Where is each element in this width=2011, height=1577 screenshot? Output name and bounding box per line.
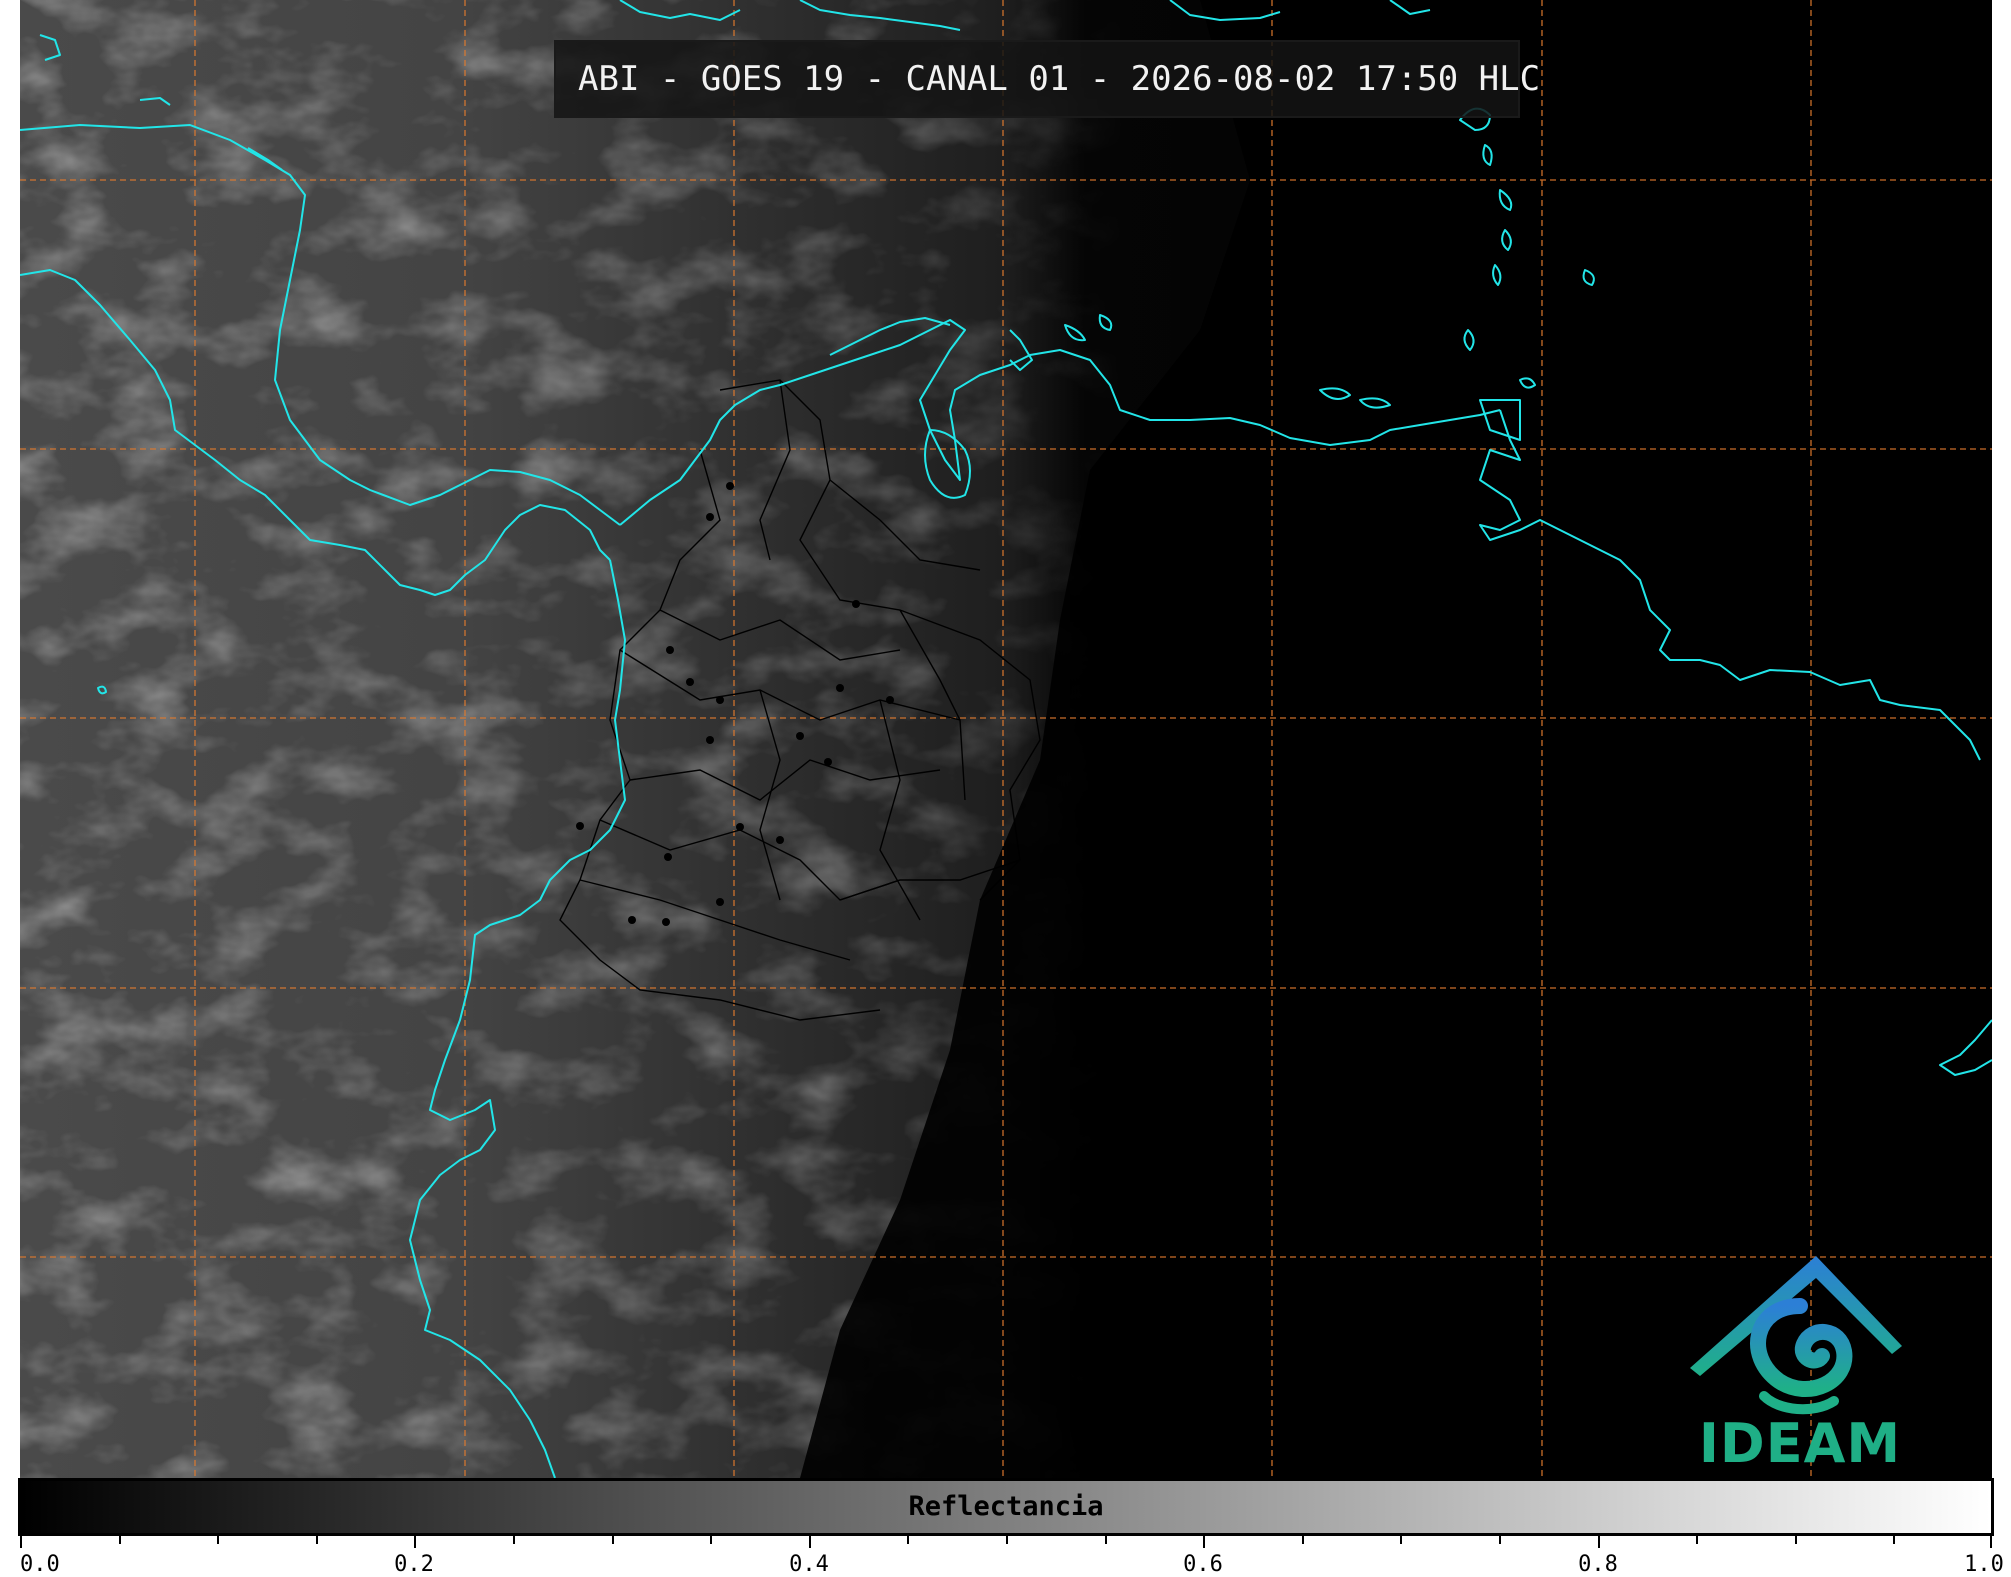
colorbar-minor-tick: [612, 1536, 614, 1544]
colorbar-minor-tick: [316, 1536, 318, 1544]
ideam-logo: IDEAM: [1684, 1256, 1916, 1474]
colorbar-tick-label: 0.4: [789, 1552, 829, 1577]
colorbar-minor-tick: [907, 1536, 909, 1544]
colorbar-major-tick: [809, 1536, 811, 1548]
colorbar-minor-tick: [119, 1536, 121, 1544]
colorbar-major-tick: [20, 1536, 22, 1548]
colorbar-minor-tick: [1893, 1536, 1895, 1544]
colorbar-minor-tick: [513, 1536, 515, 1544]
colorbar-minor-tick: [1006, 1536, 1008, 1544]
map-title: ABI - GOES 19 - CANAL 01 - 2026-08-02 17…: [554, 40, 1540, 118]
colorbar-minor-tick: [1302, 1536, 1304, 1544]
colorbar-minor-tick: [1105, 1536, 1107, 1544]
colorbar-tick-label: 0.0: [20, 1552, 60, 1577]
colorbar-label: Reflectancia: [908, 1491, 1104, 1522]
colorbar-minor-tick: [710, 1536, 712, 1544]
colorbar-major-tick: [1990, 1536, 1992, 1548]
colorbar-minor-tick: [1499, 1536, 1501, 1544]
colorbar-tick-label: 0.6: [1183, 1552, 1223, 1577]
colorbar-minor-tick: [217, 1536, 219, 1544]
colorbar-major-tick: [1598, 1536, 1600, 1548]
colorbar-tick-label: 0.2: [394, 1552, 434, 1577]
colorbar-minor-tick: [1795, 1536, 1797, 1544]
colorbar-minor-tick: [1400, 1536, 1402, 1544]
satellite-map: ABI - GOES 19 - CANAL 01 - 2026-08-02 17…: [20, 0, 1992, 1478]
colorbar-major-tick: [414, 1536, 416, 1548]
ideam-mountain-swirl-logo: [1690, 1256, 1902, 1415]
ideam-logo-text: IDEAM: [1698, 1412, 1902, 1475]
colorbar-major-tick: [1203, 1536, 1205, 1548]
colorbar-ticks: 0.0 0.2 0.4 0.6 0.8 1.0: [20, 1536, 2004, 1577]
colorbar: Reflectancia: [18, 1478, 1994, 1536]
colorbar-minor-tick: [1696, 1536, 1698, 1544]
colorbar-tick-label: 0.8: [1578, 1552, 1618, 1577]
colorbar-tick-label: 1.0: [1964, 1552, 2004, 1577]
